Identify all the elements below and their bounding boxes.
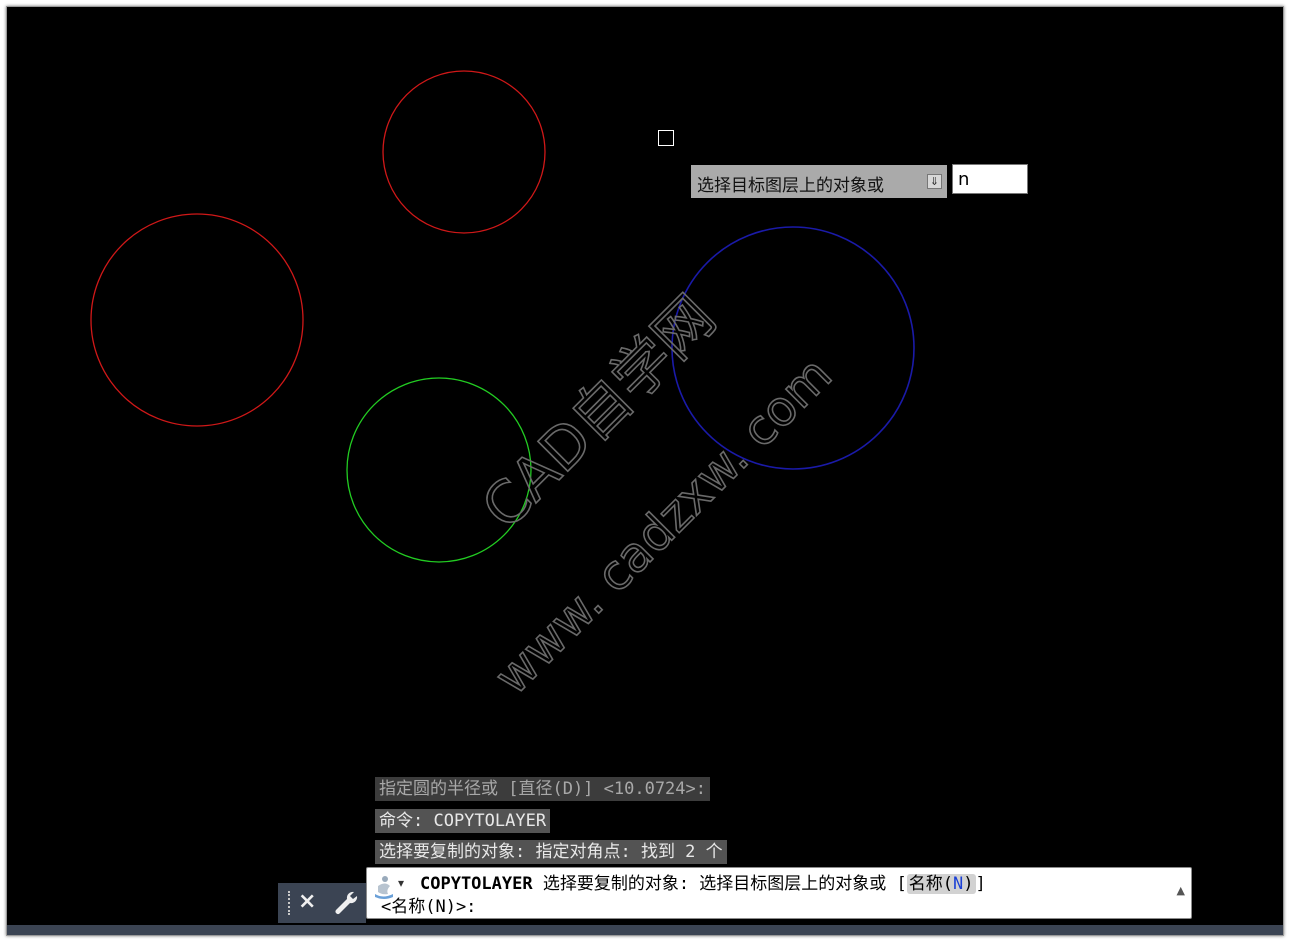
- circle-red-top: [382, 70, 546, 234]
- command-line-toolbar: ×: [278, 883, 366, 923]
- pickbox-cursor: [658, 130, 674, 146]
- chevron-down-icon[interactable]: ▾: [398, 876, 404, 890]
- dynamic-input-field[interactable]: [952, 164, 1028, 194]
- command-prompt-text: 选择要复制的对象: 选择目标图层上的对象或 [: [532, 874, 907, 894]
- command-prompt-row: COPYTOLAYER 选择要复制的对象: 选择目标图层上的对象或 [名称(N)…: [420, 872, 986, 896]
- arrow-down-icon[interactable]: ⇓: [927, 174, 942, 189]
- circle-blue: [671, 226, 915, 470]
- scroll-up-icon[interactable]: ▲: [1177, 884, 1185, 897]
- history-line: 指定圆的半径或 [直径(D)] <10.0724>:: [375, 777, 710, 801]
- history-line: 选择要复制的对象: 指定对角点: 找到 2 个: [375, 840, 727, 864]
- command-line[interactable]: ▾ COPYTOLAYER 选择要复制的对象: 选择目标图层上的对象或 [名称(…: [366, 867, 1192, 919]
- command-input-row[interactable]: <名称(N)>:: [381, 896, 476, 918]
- wrench-icon[interactable]: [332, 889, 360, 917]
- circle-red-left: [90, 213, 304, 427]
- command-name: COPYTOLAYER: [420, 874, 533, 894]
- circle-green: [346, 377, 532, 563]
- option-name-button[interactable]: 名称(N): [906, 874, 976, 894]
- autocad-window: CAD自学网 www. cadzxw. com 选择目标图层上的对象或 ⇓ 指定…: [6, 6, 1284, 936]
- drag-grip-icon[interactable]: [288, 891, 292, 915]
- history-line: 命令: COPYTOLAYER: [375, 809, 551, 833]
- command-prompt-end: ]: [975, 874, 986, 894]
- dynamic-prompt-tooltip: 选择目标图层上的对象或 ⇓: [691, 165, 947, 198]
- status-bar: [7, 925, 1283, 935]
- close-icon[interactable]: ×: [298, 887, 316, 917]
- dynamic-prompt-text: 选择目标图层上的对象或: [697, 176, 884, 196]
